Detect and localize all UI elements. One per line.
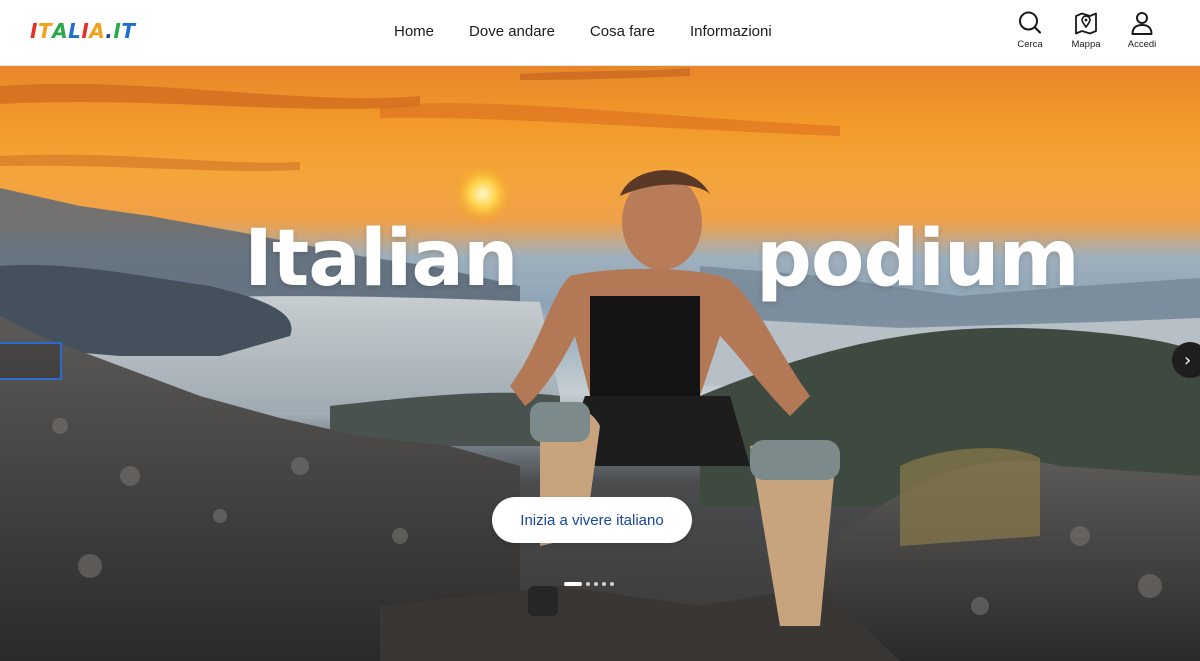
nav-item-cosa-fare[interactable]: Cosa fare [590,23,655,40]
logo-letter: T [121,19,135,43]
carousel-dot[interactable] [586,582,590,586]
search-icon [1019,11,1042,34]
previous-slide-tab[interactable] [0,342,62,380]
nav-item-dove-andare[interactable]: Dove andare [469,23,555,40]
header-tools: Cerca Mappa Accedi [1002,10,1170,54]
logo-letter: A [89,19,105,43]
italia-logo[interactable]: ITALIA.IT [30,14,135,48]
search-button[interactable]: Cerca [1002,10,1058,50]
carousel-dot[interactable] [602,582,606,586]
headline-word-2: podium [756,214,1080,304]
logo-letter: I [30,19,37,43]
map-label: Mappa [1071,39,1101,50]
logo-letter: L [68,19,81,43]
logo-letter: I [81,19,89,43]
carousel-dot[interactable] [610,582,614,586]
search-label: Cerca [1017,39,1043,50]
logo-letter: A [52,19,68,43]
logo-letter: I [113,19,121,43]
hero-background-image [0,68,1200,661]
map-pin-icon [1075,12,1097,35]
carousel-indicators [564,580,614,588]
logo-letter: . [105,19,113,43]
login-label: Accedi [1127,39,1157,50]
chevron-right-icon: › [1184,349,1192,371]
next-slide-button[interactable]: › [1172,342,1200,378]
hero-carousel: Italian podium › Inizia a vivere italian… [0,66,1200,661]
hero-headline: Italian podium [0,214,1200,324]
carousel-dot[interactable] [594,582,598,586]
main-nav: Home Dove andare Cosa fare Informazioni [394,0,807,62]
cta-button[interactable]: Inizia a vivere italiano [492,497,692,543]
user-icon [1131,12,1153,35]
logo-letter: T [37,19,52,43]
headline-word-1: Italian [244,214,519,304]
nav-item-home[interactable]: Home [394,23,434,40]
map-button[interactable]: Mappa [1058,10,1114,50]
login-button[interactable]: Accedi [1114,10,1170,50]
nav-item-informazioni[interactable]: Informazioni [690,23,772,40]
carousel-dot[interactable] [564,582,582,586]
site-header: ITALIA.IT Home Dove andare Cosa fare Inf… [0,0,1200,66]
